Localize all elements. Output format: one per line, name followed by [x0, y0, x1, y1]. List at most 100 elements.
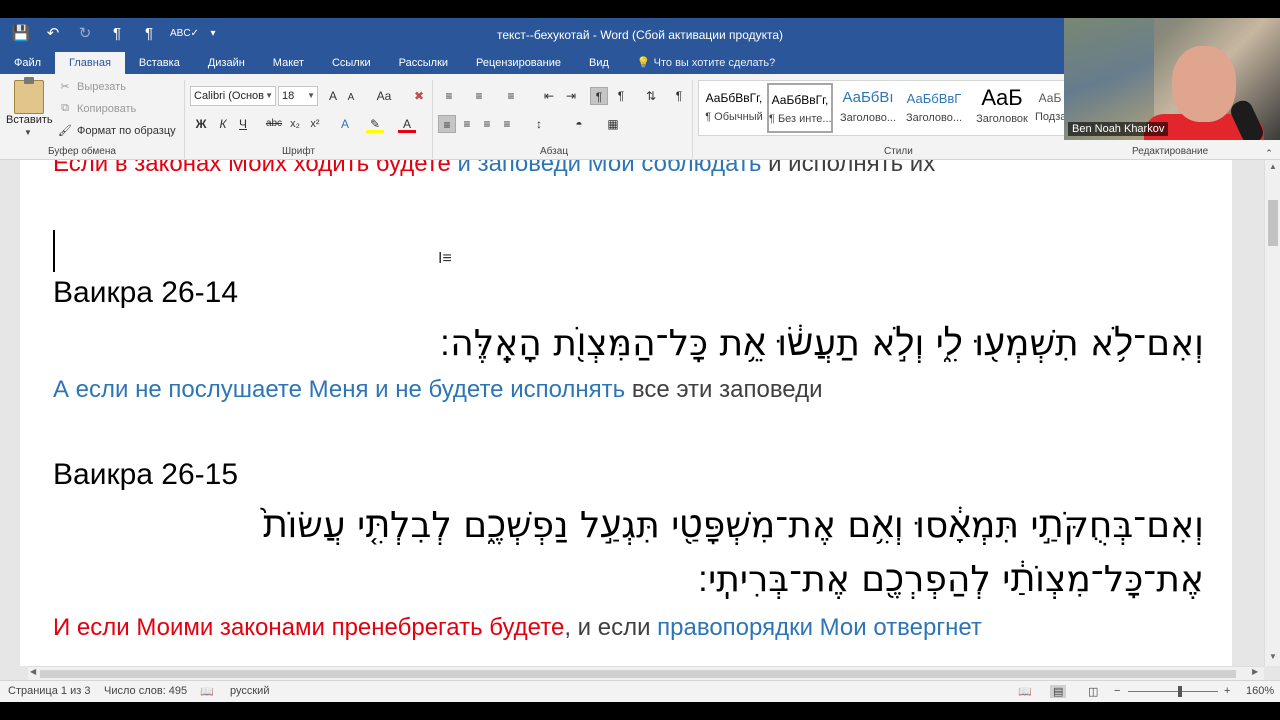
shrink-font-button[interactable]: A: [342, 89, 360, 107]
align-center-icon[interactable]: ≡: [458, 115, 476, 133]
style-normal[interactable]: АаБбВвГг, ¶ Обычный: [701, 83, 767, 133]
ltr-direction-icon[interactable]: ¶: [590, 87, 608, 105]
style-sample: АаБ: [1038, 91, 1062, 105]
chevron-down-icon: ▼: [307, 91, 315, 100]
italic-button[interactable]: К: [214, 115, 232, 133]
tell-me-text: Что вы хотите сделать?: [653, 57, 776, 69]
increase-indent-icon[interactable]: ⇥: [562, 87, 580, 105]
show-marks-button[interactable]: ¶: [670, 87, 688, 105]
tab-insert[interactable]: Вставка: [125, 52, 194, 74]
style-no-spacing[interactable]: АаБбВвГг, ¶ Без инте...: [767, 83, 833, 133]
style-name: Заголовок: [976, 113, 1028, 125]
font-color-icon[interactable]: A: [398, 115, 416, 133]
text-effects-icon[interactable]: A: [336, 115, 354, 133]
zoom-level[interactable]: 160%: [1246, 685, 1274, 697]
text-cursor: [53, 230, 55, 272]
underline-button[interactable]: Ч: [234, 115, 252, 133]
grow-font-button[interactable]: A: [324, 87, 342, 105]
rtl-direction-icon[interactable]: ¶: [612, 87, 630, 105]
document-line: Если в законах Моих ходить будете и запо…: [53, 160, 935, 178]
brush-icon: 🖌: [58, 125, 72, 137]
style-subtitle[interactable]: АаБ Подза: [1035, 83, 1065, 133]
word-window: 💾 ↶ ↻ ¶ ¶ ABC✓ ▾ текст--бехукотай - Word…: [0, 0, 1280, 720]
paste-button-label[interactable]: Вставить: [6, 114, 53, 126]
paste-dropdown-icon[interactable]: ▼: [24, 128, 32, 137]
font-group-label: Шрифт: [282, 146, 315, 157]
zoom-slider[interactable]: [1128, 691, 1218, 692]
sort-icon[interactable]: ⇅: [642, 87, 660, 105]
font-size-box[interactable]: 18 ▼: [278, 86, 318, 106]
horizontal-scrollbar[interactable]: ◀ ▶: [28, 666, 1264, 680]
format-painter-button[interactable]: 🖌 Формат по образцу: [58, 124, 176, 138]
tab-view[interactable]: Вид: [575, 52, 623, 74]
style-sample: AaБ: [981, 85, 1023, 110]
read-mode-icon[interactable]: 📖: [1018, 685, 1032, 698]
scroll-thumb[interactable]: [1268, 200, 1278, 246]
style-sample: АаБбВвГг,: [705, 91, 763, 105]
tab-review[interactable]: Рецензирование: [462, 52, 575, 74]
verse-heading: Ваикра 26-15: [53, 458, 239, 491]
print-layout-icon[interactable]: ▤: [1050, 685, 1067, 698]
scroll-up-icon[interactable]: ▲: [1265, 162, 1280, 171]
borders-icon[interactable]: ▦: [604, 115, 622, 133]
tab-references[interactable]: Ссылки: [318, 52, 385, 74]
web-layout-icon[interactable]: ◫: [1088, 685, 1098, 698]
scroll-thumb[interactable]: [40, 670, 1236, 678]
tab-layout[interactable]: Макет: [259, 52, 318, 74]
text-run: и заповеди Мои соблюдать: [450, 160, 762, 177]
text-run: И если Моими законами пренебрегать будет…: [53, 614, 565, 641]
strikethrough-button[interactable]: abc: [262, 115, 286, 133]
style-name: ¶ Без инте...: [769, 113, 831, 125]
bullets-icon[interactable]: ≡: [440, 87, 458, 105]
style-name: Заголово...: [839, 112, 897, 124]
proofing-icon[interactable]: 📖: [200, 685, 214, 698]
align-left-icon[interactable]: ≡: [438, 115, 456, 133]
scroll-right-icon[interactable]: ▶: [1252, 667, 1258, 676]
presenter-name: Ben Noah Kharkov: [1068, 122, 1169, 136]
scroll-down-icon[interactable]: ▼: [1265, 652, 1280, 661]
subscript-button[interactable]: x₂: [286, 115, 304, 133]
zoom-slider-thumb[interactable]: [1178, 686, 1182, 697]
tell-me-box[interactable]: 💡 Что вы хотите сделать?: [623, 52, 789, 74]
line-spacing-icon[interactable]: ↕: [530, 115, 548, 133]
scroll-left-icon[interactable]: ◀: [30, 667, 36, 676]
document-area[interactable]: Если в законах Моих ходить будете и запо…: [0, 160, 1264, 666]
font-name-value: Calibri (Основ: [194, 90, 264, 102]
page-count[interactable]: Страница 1 из 3: [8, 685, 90, 697]
vertical-scrollbar[interactable]: ▲ ▼: [1264, 160, 1280, 666]
tab-mailings[interactable]: Рассылки: [385, 52, 462, 74]
cut-button[interactable]: ✂ Вырезать: [58, 80, 126, 94]
align-right-icon[interactable]: ≡: [478, 115, 496, 133]
tab-file[interactable]: Файл: [0, 52, 55, 74]
text-run: все эти заповеди: [625, 376, 823, 403]
webcam-overlay: Ben Noah Kharkov: [1064, 18, 1280, 140]
justify-icon[interactable]: ≡: [498, 115, 516, 133]
shading-icon[interactable]: ◓: [570, 115, 588, 133]
numbering-icon[interactable]: ≡: [470, 87, 488, 105]
change-case-button[interactable]: Aa: [372, 87, 396, 105]
copy-button[interactable]: ⧉ Копировать: [58, 102, 136, 115]
multilevel-list-icon[interactable]: ≡: [502, 87, 520, 105]
clear-formatting-icon[interactable]: ✖: [410, 87, 428, 105]
document-page[interactable]: Если в законах Моих ходить будете и запо…: [20, 160, 1232, 666]
style-heading-2[interactable]: АаБбВвГ Заголово...: [901, 83, 967, 133]
bold-button[interactable]: Ж: [192, 115, 210, 133]
style-name: Подза: [1035, 111, 1065, 123]
letterbox-bottom: [0, 702, 1280, 720]
paste-icon[interactable]: [14, 77, 44, 114]
zoom-out-icon[interactable]: −: [1114, 685, 1120, 697]
style-title[interactable]: AaБ Заголовок: [969, 83, 1035, 133]
word-count[interactable]: Число слов: 495: [104, 685, 187, 697]
superscript-button[interactable]: x²: [306, 115, 324, 133]
highlight-icon[interactable]: ✎: [366, 115, 384, 133]
text-run: , и если: [564, 614, 658, 641]
language[interactable]: русский: [230, 685, 269, 697]
divider: [692, 80, 693, 158]
tab-design[interactable]: Дизайн: [194, 52, 259, 74]
style-name: Заголово...: [905, 112, 963, 124]
decrease-indent-icon[interactable]: ⇤: [540, 87, 558, 105]
font-name-box[interactable]: Calibri (Основ ▼: [190, 86, 276, 106]
zoom-in-icon[interactable]: +: [1224, 685, 1230, 697]
tab-home[interactable]: Главная: [55, 52, 125, 74]
style-heading-1[interactable]: АаБбВı Заголово...: [835, 83, 901, 133]
